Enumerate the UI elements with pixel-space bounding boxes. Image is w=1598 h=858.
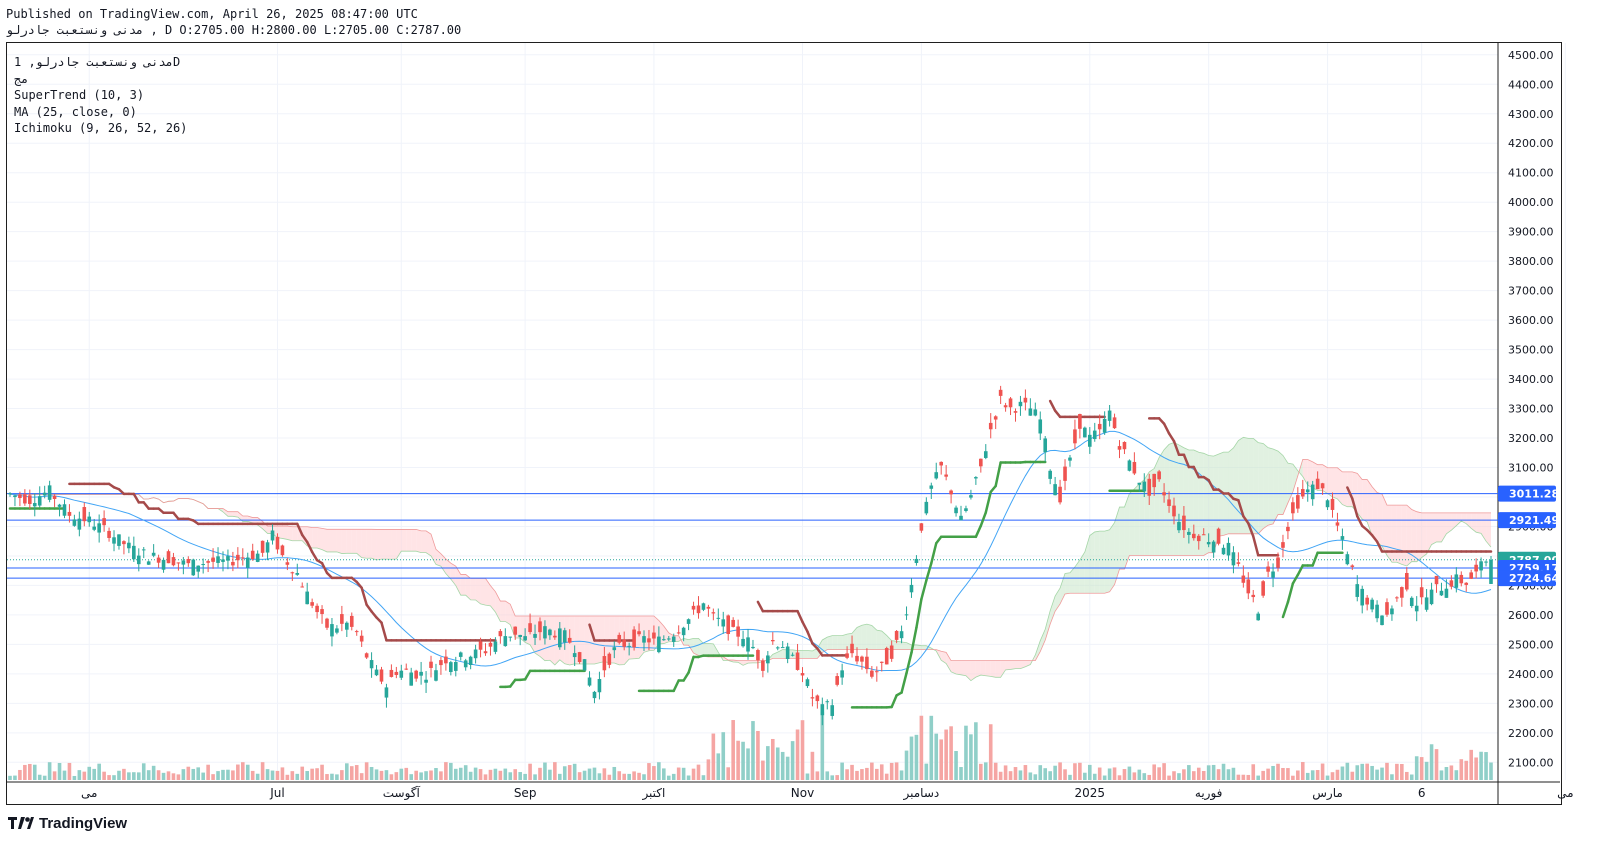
legend-ichimoku[interactable]: Ichimoku (9, 26, 52, 26): [14, 120, 187, 137]
legend-sub: مج: [14, 71, 29, 86]
ohlc-open: O:2705.00: [179, 23, 245, 37]
tradingview-logo-icon: [8, 816, 34, 829]
brand-name: TradingView: [39, 815, 128, 832]
ohlc-close: C:2787.00: [396, 23, 462, 37]
ohlc-low: L:2705.00: [323, 23, 389, 37]
legend-ma[interactable]: MA (25, close, 0): [14, 104, 187, 121]
tradingview-logo[interactable]: TradingView: [8, 815, 127, 832]
legend-supertrend[interactable]: SuperTrend (10, 3): [14, 87, 187, 104]
ohlc-high: H:2800.00: [251, 23, 317, 37]
published-caption: Published on TradingView.com, April 26, …: [6, 7, 418, 21]
symbol-line: مدنی ونستعبت جادرلو , D: [6, 23, 173, 37]
ohlc-readout: مدنی ونستعبت جادرلو , D O:2705.00 H:2800…: [6, 22, 461, 38]
chart-frame[interactable]: [6, 42, 1562, 805]
chart-legend: مدنی ونستعبت جادرلو, 1D مج SuperTrend (1…: [14, 54, 187, 137]
legend-symbol: مدنی ونستعبت جادرلو, 1D: [14, 55, 181, 69]
